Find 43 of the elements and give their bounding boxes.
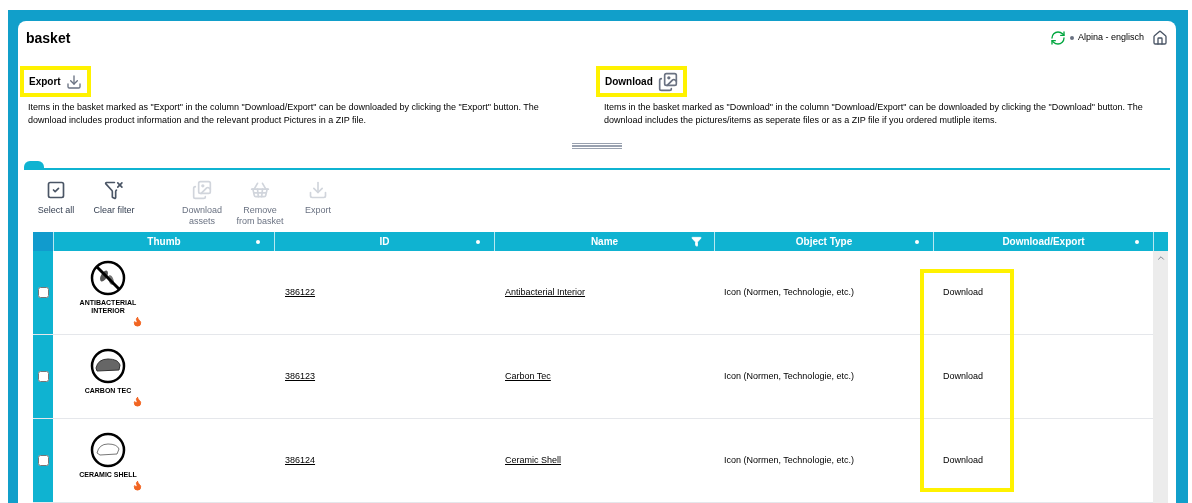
splitter-handle[interactable] (572, 143, 622, 150)
table-cell-text: Download (943, 453, 984, 467)
helmet-emblem-icon (90, 260, 126, 296)
section-description: Items in the basket marked as "Download" in the column "Download/Export" can be downloaded by clicking the "Download" button. The download includes the pictures/items as seperate files or as a ZIP file if you ordered mutliple items. (603, 101, 1144, 128)
images-icon (192, 180, 212, 201)
name-link[interactable]: Carbon Tec (505, 369, 551, 384)
row-checkbox[interactable] (37, 371, 49, 382)
flame-icon (132, 396, 143, 407)
id-link[interactable]: 386123 (285, 369, 316, 384)
table-cell-text: Icon (Normen, Technologie, etc.) (724, 369, 854, 383)
flame-icon (132, 316, 143, 327)
table-cell-text: Download (943, 285, 984, 299)
flame-icon (132, 480, 143, 491)
section-title: Export (29, 75, 61, 90)
id-link[interactable]: 386122 (285, 285, 316, 300)
clear-filter-icon (104, 180, 124, 201)
home-icon[interactable] (1152, 30, 1168, 47)
sync-status-icon (1049, 30, 1066, 47)
tab[interactable] (24, 161, 44, 169)
account-label: Alpina - englisch (1077, 31, 1144, 45)
name-link[interactable]: Ceramic Shell (505, 453, 562, 468)
filter-icon[interactable] (691, 236, 702, 247)
helmet-emblem-icon (90, 432, 126, 468)
helmet-emblem-icon (90, 348, 126, 384)
section-description: Items in the basket marked as "Export" in the column "Download/Export" can be downloaded by clicking the "Export" button. The download includes product information and the relevant product Pictures in a ZIP file. (27, 101, 540, 128)
checkbox-icon (46, 180, 66, 201)
row-checkbox[interactable] (37, 455, 49, 466)
scroll-up-icon[interactable] (1155, 253, 1166, 263)
row-checkbox[interactable] (37, 287, 49, 298)
download-icon (65, 73, 82, 90)
header-corner (33, 232, 53, 251)
section-title: Download (605, 75, 653, 90)
table-cell-text: Download (943, 369, 984, 383)
toolbar-button[interactable]: Select all (30, 180, 82, 217)
table-cell-text: Icon (Normen, Technologie, etc.) (724, 285, 854, 299)
toolbar-button[interactable]: Clear filter (88, 180, 140, 217)
table-cell-text: Icon (Normen, Technologie, etc.) (724, 453, 854, 467)
download-icon (308, 180, 328, 201)
images-icon (657, 71, 678, 92)
page-title: basket (26, 28, 71, 48)
id-link[interactable]: 386124 (285, 453, 316, 468)
name-link[interactable]: Antibacterial Interior (505, 285, 586, 300)
scrollbar[interactable] (1153, 251, 1168, 503)
